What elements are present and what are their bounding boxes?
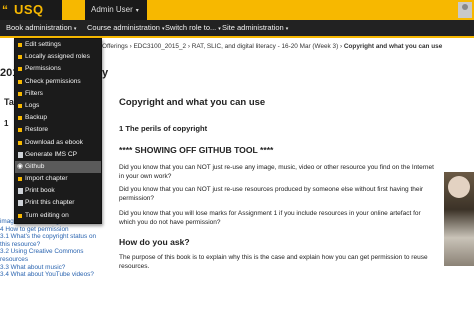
menu-item-print-book[interactable]: Print book: [15, 185, 101, 197]
menu-item-label: Logs: [25, 101, 40, 109]
filter-icon: [18, 91, 22, 96]
showing-off-heading: **** SHOWING OFF GITHUB TOOL ****: [119, 145, 274, 155]
print-icon: [18, 200, 23, 207]
toc-heading: Ta: [4, 97, 14, 107]
menu-item-permissions[interactable]: Permissions: [15, 63, 101, 75]
print-icon: [18, 188, 23, 195]
menu-item-label: Backup: [25, 114, 47, 122]
breadcrumb: Offerings › EDC3100_2015_2 › RAT, SLIC, …: [102, 42, 474, 52]
menu-item-label: Locally assigned roles: [25, 53, 90, 61]
nav-item-label: Switch role to...: [165, 23, 217, 32]
toc-item[interactable]: 3.1 What's the copyright status on this …: [0, 233, 100, 248]
menu-item-label: Print this chapter: [25, 199, 75, 207]
logo-text: USQ: [14, 2, 44, 17]
book-administration-menu: Edit settings Locally assigned roles Per…: [14, 38, 102, 224]
menu-item-generate-ims-cp[interactable]: Generate IMS CP: [15, 149, 101, 161]
menu-item-label: Restore: [25, 126, 49, 134]
menu-item-locally-assigned-roles[interactable]: Locally assigned roles: [15, 51, 101, 63]
menu-item-print-chapter[interactable]: Print this chapter: [15, 197, 101, 209]
bullet-icon: [18, 67, 22, 72]
nav-item-label: Course administration: [87, 23, 160, 32]
chapter-title: Copyright and what you can use: [119, 97, 266, 108]
menu-item-restore[interactable]: Restore: [15, 124, 101, 136]
avatar[interactable]: [458, 2, 472, 18]
nav-switch-role[interactable]: Switch role to... ▾: [165, 20, 221, 36]
logo-mark-icon: “: [2, 3, 8, 17]
paragraph: Did you know that you can NOT just re-us…: [119, 186, 424, 202]
bullet-icon: [18, 103, 22, 108]
menu-item-edit-settings[interactable]: Edit settings: [15, 39, 101, 51]
nav-item-label: Book administration: [6, 23, 72, 32]
nav-item-label: Site administration: [222, 23, 284, 32]
package-icon: [18, 151, 23, 158]
menu-item-label: Edit settings: [25, 41, 61, 48]
user-name: Admin User: [91, 5, 133, 14]
menu-item-label: Permissions: [25, 65, 61, 73]
section-heading: 1 The perils of copyright: [119, 124, 208, 133]
breadcrumb-current: Copyright and what you can use: [343, 43, 443, 50]
nav-book-administration[interactable]: Book administration ▾: [6, 20, 76, 36]
toc-item[interactable]: 3.4 What about YouTube videos?: [0, 271, 100, 279]
menu-item-label: Filters: [25, 89, 43, 97]
user-menu[interactable]: Admin User ▾: [85, 0, 147, 20]
bullet-icon: [18, 140, 22, 145]
course-title-end: y: [102, 67, 109, 79]
menu-item-label: Check permissions: [25, 77, 81, 85]
menu-item-label: Import chapter: [25, 175, 68, 183]
chevron-down-icon: ▾: [218, 26, 221, 32]
menu-item-turn-editing-on[interactable]: Turn editing on: [15, 210, 101, 222]
chevron-down-icon: ▾: [135, 8, 139, 14]
toc-item[interactable]: 4 How to get permission: [0, 226, 100, 234]
table-of-contents: images without assignments? 4 How to get…: [0, 218, 100, 279]
person-photo: [444, 172, 474, 266]
bullet-icon: [18, 128, 22, 133]
paragraph: The purpose of this book is to explain w…: [119, 254, 428, 270]
menu-item-label: Github: [25, 162, 45, 170]
menu-item-label: Print book: [25, 187, 55, 195]
nav-course-administration[interactable]: Course administration ▾: [87, 20, 164, 36]
nav-site-administration[interactable]: Site administration ▾: [222, 20, 288, 36]
how-heading: How do you ask?: [119, 237, 190, 247]
bullet-icon: [18, 116, 22, 121]
paragraph: Did you know that you can NOT just re-us…: [119, 164, 434, 180]
top-bar: “ USQ Admin User ▾: [0, 0, 474, 20]
chevron-down-icon: ▾: [285, 26, 289, 32]
chevron-down-icon: ▾: [73, 26, 77, 32]
bullet-icon: [18, 55, 22, 60]
menu-item-github[interactable]: ◉ Github: [15, 160, 101, 174]
menu-item-logs[interactable]: Logs: [15, 100, 101, 112]
menu-item-download-ebook[interactable]: Download as ebook: [15, 137, 101, 149]
admin-nav-bar: Book administration ▾ Course administrati…: [0, 20, 474, 38]
paragraph: Did you know that you will lose marks fo…: [119, 210, 421, 226]
menu-item-label: Download as ebook: [25, 138, 83, 146]
bullet-icon: [18, 43, 22, 47]
bullet-icon: [18, 213, 22, 218]
toc-item[interactable]: 3.2 Using Creative Commons resources: [0, 248, 100, 263]
menu-item-check-permissions[interactable]: Check permissions: [15, 76, 101, 88]
bullet-icon: [18, 79, 22, 84]
breadcrumb-trail[interactable]: Offerings › EDC3100_2015_2 › RAT, SLIC, …: [102, 43, 342, 50]
bullet-icon: [18, 177, 22, 182]
menu-item-filters[interactable]: Filters: [15, 88, 101, 100]
github-icon: ◉: [17, 162, 24, 170]
toc-item[interactable]: 3.3 What about music?: [0, 264, 100, 272]
menu-item-label: Generate IMS CP: [25, 150, 78, 158]
menu-item-label: Turn editing on: [25, 211, 69, 219]
usq-logo[interactable]: “ USQ: [0, 0, 62, 20]
menu-item-backup[interactable]: Backup: [15, 112, 101, 124]
toc-chip: 1: [4, 119, 9, 128]
menu-item-import-chapter[interactable]: Import chapter: [15, 173, 101, 185]
